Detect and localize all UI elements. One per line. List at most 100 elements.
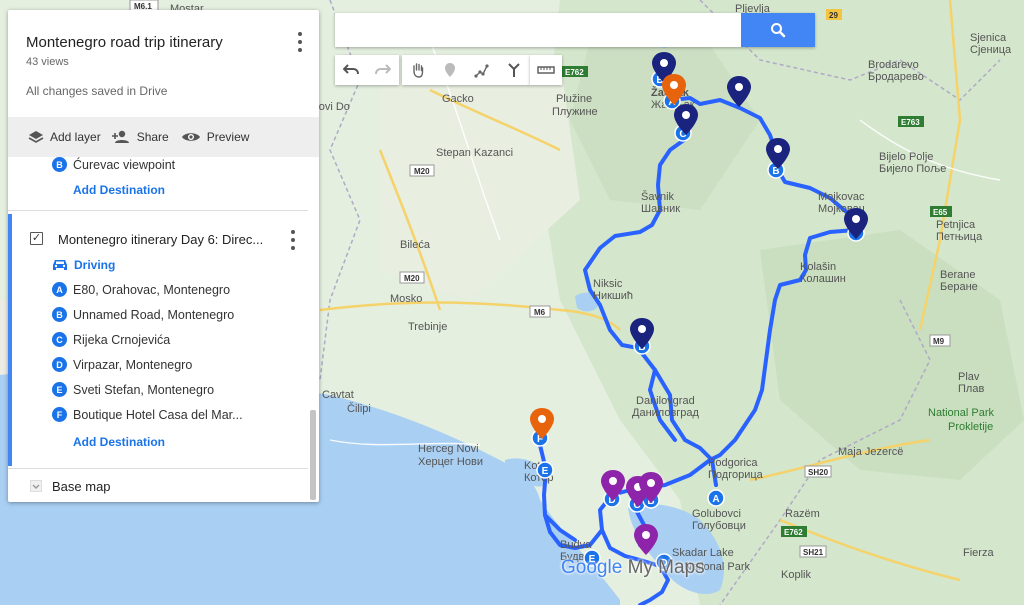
add-destination-link[interactable]: Add Destination	[73, 183, 165, 197]
svg-text:Koplik: Koplik	[781, 569, 811, 581]
svg-text:M6: M6	[534, 308, 546, 317]
svg-text:Даниловград: Даниловград	[632, 407, 700, 419]
svg-text:Petnjica: Petnjica	[936, 219, 976, 231]
svg-text:Mosko: Mosko	[390, 293, 422, 305]
destination-letter: F	[52, 407, 67, 422]
svg-text:Шавник: Шавник	[641, 203, 680, 215]
destination-letter: C	[52, 332, 67, 347]
destination-item[interactable]: B Ćurevac viewpoint	[52, 157, 175, 172]
svg-text:Danilovgrad: Danilovgrad	[636, 395, 695, 407]
map-title[interactable]: Montenegro road trip itinerary	[26, 34, 223, 51]
destination-item[interactable]: F Boutique Hotel Casa del Mar...	[52, 407, 243, 422]
svg-text:Петњица: Петњица	[936, 231, 983, 243]
svg-text:Плужине: Плужине	[552, 106, 598, 118]
base-map-layer[interactable]: Base map	[8, 468, 308, 502]
map-options-icon[interactable]	[297, 32, 303, 52]
svg-text:E: E	[542, 466, 549, 477]
svg-text:Колашин: Колашин	[800, 273, 846, 285]
svg-text:Kolašin: Kolašin	[800, 261, 836, 273]
draw-line-icon	[474, 64, 489, 78]
travel-mode[interactable]: Driving	[52, 258, 115, 272]
destination-letter: B	[52, 307, 67, 322]
search-input[interactable]	[335, 13, 739, 47]
map-legend-panel: Montenegro road trip itinerary 43 views …	[8, 10, 319, 502]
svg-text:E762: E762	[784, 528, 803, 537]
draw-line-button[interactable]	[466, 55, 498, 85]
undo-icon	[343, 64, 359, 75]
destination-letter: E	[52, 382, 67, 397]
destination-name: Ćurevac viewpoint	[73, 157, 176, 172]
panel-scrollbar[interactable]	[310, 410, 316, 500]
destination-item[interactable]: A E80, Orahovac, Montenegro	[52, 282, 230, 297]
svg-text:Bijelo Polje: Bijelo Polje	[879, 151, 933, 163]
svg-text:Budva: Budva	[560, 539, 592, 551]
measure-button[interactable]	[530, 55, 562, 85]
svg-text:A: A	[712, 494, 719, 505]
layer-title[interactable]: Montenegro itinerary Day 6: Direc...	[58, 232, 263, 247]
svg-text:Bileća: Bileća	[400, 239, 431, 251]
svg-text:Сјеница: Сјеница	[970, 44, 1012, 56]
svg-text:Podgorica: Podgorica	[708, 457, 758, 469]
search-button[interactable]	[741, 13, 815, 47]
redo-button[interactable]	[367, 55, 399, 85]
svg-text:Бијело Поље: Бијело Поље	[879, 163, 946, 175]
svg-text:Cavtat: Cavtat	[322, 389, 354, 401]
add-marker-button[interactable]	[434, 55, 466, 85]
travel-mode-label: Driving	[74, 258, 116, 272]
layer-options-icon[interactable]	[290, 230, 296, 250]
chevron-down-icon	[30, 480, 42, 492]
directions-button[interactable]	[498, 55, 530, 85]
destination-item[interactable]: D Virpazar, Montenegro	[52, 357, 192, 372]
redo-icon	[375, 64, 391, 75]
svg-text:Plav: Plav	[958, 371, 980, 383]
svg-text:29: 29	[829, 11, 838, 20]
svg-text:Беране: Беране	[940, 281, 978, 293]
layers-icon	[28, 131, 44, 143]
svg-text:Trebinje: Trebinje	[408, 321, 447, 333]
svg-text:E65: E65	[933, 208, 948, 217]
svg-text:Čilipi: Čilipi	[347, 402, 371, 415]
svg-text:Бродарево: Бродарево	[868, 71, 924, 83]
svg-text:Gacko: Gacko	[442, 93, 474, 105]
destination-name: E80, Orahovac, Montenegro	[73, 282, 231, 297]
pan-tool-button[interactable]	[402, 55, 434, 85]
layer-visibility-checkbox[interactable]: ✓	[30, 232, 43, 245]
add-layer-button[interactable]: Add layer	[28, 130, 101, 144]
svg-text:Razëm: Razëm	[785, 508, 820, 520]
svg-text:Никшић: Никшић	[593, 290, 633, 302]
destination-item[interactable]: C Rijeka Crnojevića	[52, 332, 170, 347]
destination-letter: D	[52, 357, 67, 372]
svg-text:SH21: SH21	[803, 548, 824, 557]
destination-item[interactable]: B Unnamed Road, Montenegro	[52, 307, 234, 322]
svg-text:Stepan Kazanci: Stepan Kazanci	[436, 147, 513, 159]
map-tools-group	[402, 55, 530, 85]
google-wordmark: Google	[561, 557, 623, 578]
destination-name: Rijeka Crnojevića	[73, 332, 171, 347]
undo-button[interactable]	[335, 55, 367, 85]
panel-toolbar: Add layer Share Preview	[8, 117, 319, 157]
my-maps-wordmark: My Maps	[627, 557, 705, 578]
svg-text:Herceg Novi: Herceg Novi	[418, 443, 479, 455]
add-destination-link[interactable]: Add Destination	[73, 435, 165, 449]
share-label: Share	[136, 130, 169, 144]
search-bar	[335, 13, 815, 47]
preview-button[interactable]: Preview	[181, 130, 250, 144]
svg-text:Šavnik: Šavnik	[641, 190, 675, 203]
destination-name: Virpazar, Montenegro	[73, 357, 193, 372]
share-button[interactable]: Share	[111, 130, 169, 144]
svg-text:Fierza: Fierza	[963, 547, 994, 559]
add-layer-label: Add layer	[50, 130, 101, 144]
svg-text:Berane: Berane	[940, 269, 975, 281]
eye-icon	[181, 133, 200, 141]
svg-text:M20: M20	[404, 274, 420, 283]
directions-icon	[508, 63, 520, 77]
destination-item[interactable]: E Sveti Stefan, Montenegro	[52, 382, 214, 397]
svg-text:Prokletije: Prokletije	[948, 421, 993, 433]
svg-text:Херцег Нови: Херцег Нови	[418, 456, 483, 468]
destination-name: Boutique Hotel Casa del Mar...	[73, 407, 243, 422]
svg-text:Plužine: Plužine	[556, 93, 592, 105]
measure-group	[530, 55, 562, 85]
preview-label: Preview	[206, 130, 250, 144]
google-my-maps-logo: Google My Maps	[561, 557, 705, 579]
destination-name: Sveti Stefan, Montenegro	[73, 382, 215, 397]
